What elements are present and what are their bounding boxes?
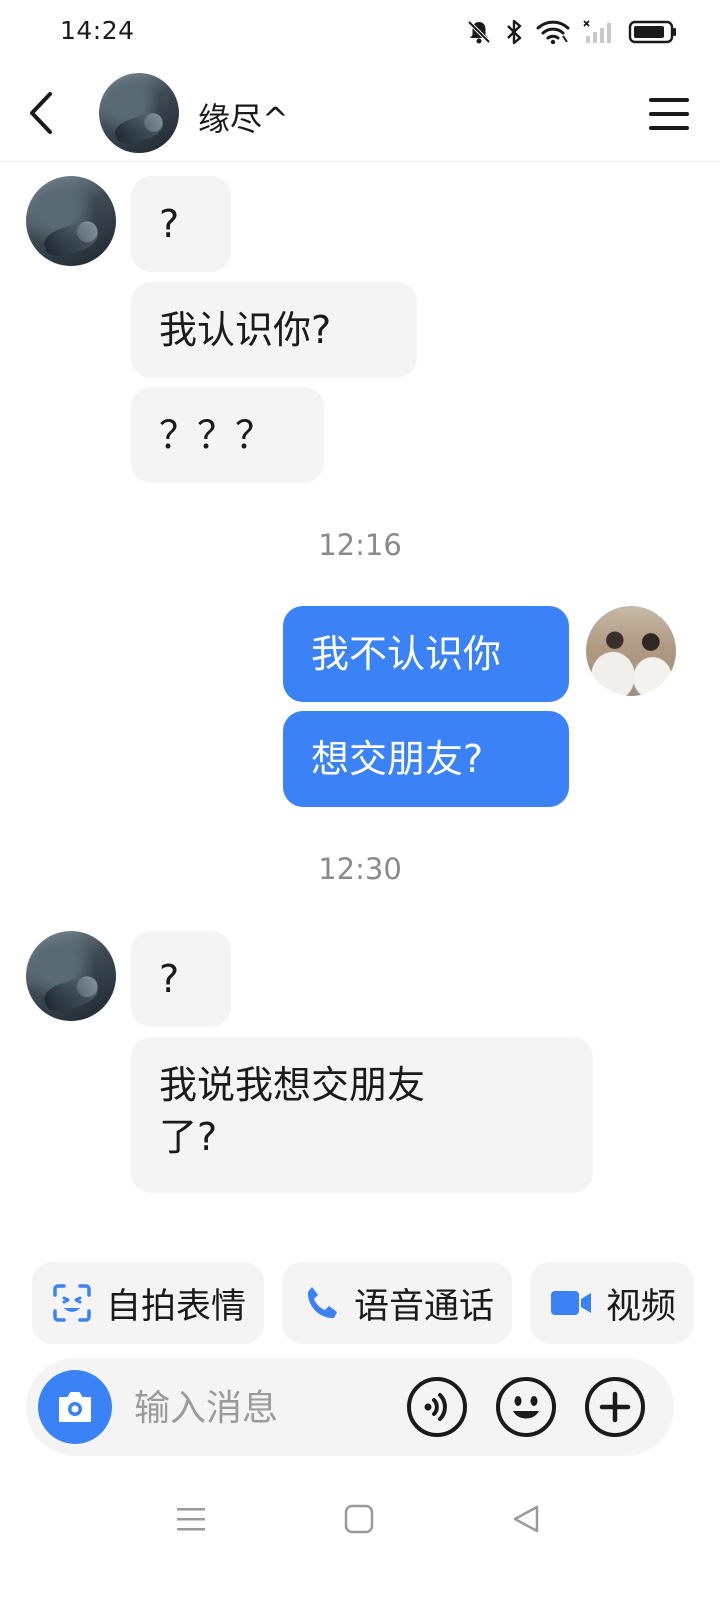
wifi-icon bbox=[536, 20, 570, 45]
video-call-button[interactable]: 视频 bbox=[530, 1262, 695, 1344]
emoji-button[interactable] bbox=[495, 1376, 557, 1438]
contact-avatar[interactable] bbox=[99, 73, 179, 153]
emoji-icon bbox=[496, 1377, 556, 1437]
status-time: 14:24 bbox=[60, 16, 135, 45]
status-icons bbox=[466, 18, 678, 46]
back-arrow-icon bbox=[30, 92, 52, 134]
selfie-face-icon bbox=[53, 1284, 91, 1322]
voice-call-button[interactable]: 语音通话 bbox=[282, 1262, 513, 1344]
battery-icon bbox=[628, 20, 676, 44]
square-icon bbox=[344, 1504, 374, 1534]
message-input[interactable] bbox=[132, 1378, 396, 1438]
menu-lines-icon bbox=[177, 1508, 205, 1531]
quick-action-label: 自拍表情 bbox=[106, 1286, 247, 1327]
timestamp: 12:30 bbox=[318, 852, 402, 886]
timestamp: 12:16 bbox=[318, 528, 402, 562]
selfie-sticker-button[interactable]: 自拍表情 bbox=[32, 1262, 265, 1344]
quick-action-label: 视频 bbox=[606, 1286, 677, 1327]
back-button[interactable] bbox=[22, 88, 62, 138]
system-nav-bar bbox=[0, 1490, 720, 1570]
message-bubble[interactable]: ? bbox=[131, 176, 231, 272]
input-bar bbox=[26, 1358, 674, 1456]
message-bubble[interactable]: ？？？ bbox=[131, 387, 324, 483]
quick-action-label: 语音通话 bbox=[354, 1286, 495, 1327]
message-bubble[interactable]: 想交朋友? bbox=[283, 711, 569, 807]
back-nav-button[interactable] bbox=[510, 1504, 542, 1538]
contact-avatar-small[interactable] bbox=[26, 176, 116, 266]
camera-icon bbox=[59, 1392, 91, 1422]
bluetooth-icon bbox=[507, 19, 522, 45]
menu-button[interactable] bbox=[648, 96, 690, 132]
signal-icon bbox=[583, 20, 611, 43]
camera-button[interactable] bbox=[38, 1370, 112, 1444]
mute-bell-icon bbox=[467, 20, 491, 44]
triangle-back-icon bbox=[513, 1505, 539, 1533]
self-avatar[interactable] bbox=[586, 606, 676, 696]
chat-header: 缘尽^ bbox=[0, 66, 720, 162]
message-bubble[interactable]: 我说我想交朋友 了? bbox=[131, 1037, 593, 1193]
video-camera-icon bbox=[551, 1291, 592, 1315]
menu-icon bbox=[649, 98, 689, 130]
contact-avatar-small[interactable] bbox=[26, 931, 116, 1021]
recent-apps-button[interactable] bbox=[175, 1504, 207, 1538]
status-bar: 14:24 bbox=[0, 0, 720, 66]
voice-icon bbox=[407, 1377, 467, 1437]
phone-icon bbox=[307, 1287, 338, 1319]
more-button[interactable] bbox=[584, 1376, 646, 1438]
message-bubble[interactable]: 我不认识你 bbox=[283, 606, 569, 702]
plus-icon bbox=[585, 1377, 645, 1437]
quick-actions: 自拍表情 语音通话 视频 bbox=[32, 1262, 695, 1344]
home-button[interactable] bbox=[343, 1504, 375, 1538]
contact-name[interactable]: 缘尽^ bbox=[198, 94, 289, 140]
voice-button[interactable] bbox=[406, 1376, 468, 1438]
message-bubble[interactable]: ? bbox=[131, 931, 231, 1027]
message-bubble[interactable]: 我认识你? bbox=[131, 282, 417, 378]
